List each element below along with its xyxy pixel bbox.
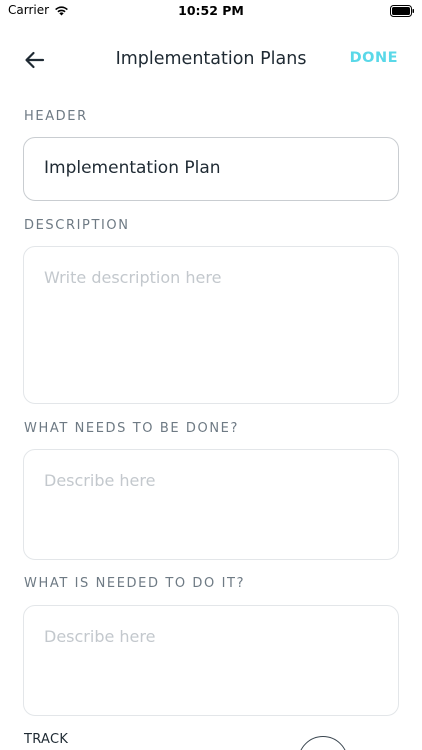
- description-field[interactable]: Write description here: [23, 246, 399, 404]
- track-toggle-button[interactable]: [298, 736, 348, 750]
- what-is-needed-field[interactable]: Describe here: [23, 605, 399, 716]
- header-label: HEADER: [24, 109, 88, 124]
- header-field[interactable]: Implementation Plan: [23, 137, 399, 201]
- battery-icon: [390, 5, 414, 17]
- status-time: 10:52 PM: [178, 3, 244, 18]
- what-needs-label: WHAT NEEDS TO BE DONE?: [24, 421, 239, 436]
- track-label: TRACK: [24, 732, 69, 747]
- header-field-value: Implementation Plan: [44, 158, 221, 178]
- description-label: DESCRIPTION: [24, 218, 130, 233]
- nav-bar: Implementation Plans DONE: [0, 40, 422, 80]
- what-is-needed-placeholder: Describe here: [44, 627, 156, 646]
- status-bar: Carrier 10:52 PM: [0, 0, 422, 22]
- description-placeholder: Write description here: [44, 268, 222, 287]
- done-button[interactable]: DONE: [350, 50, 398, 66]
- what-needs-placeholder: Describe here: [44, 471, 156, 490]
- what-is-needed-label: WHAT IS NEEDED TO DO IT?: [24, 576, 246, 591]
- what-needs-field[interactable]: Describe here: [23, 449, 399, 560]
